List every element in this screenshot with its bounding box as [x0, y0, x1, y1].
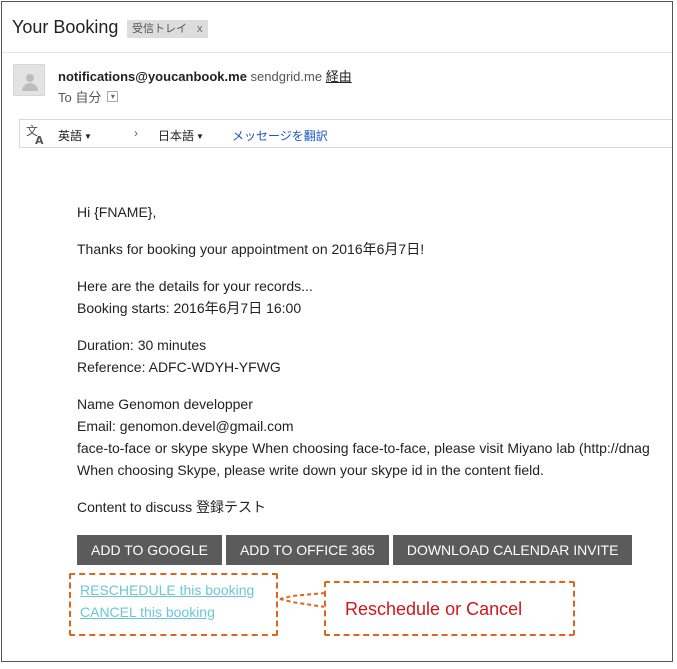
- avatar-head-shape: [26, 74, 34, 82]
- inbox-label-text: 受信トレイ: [132, 23, 187, 35]
- content-field: Content to discuss 登録テスト: [77, 499, 267, 515]
- reference: Reference: ADFC-WDYH-YFWG: [77, 359, 281, 375]
- reschedule-link[interactable]: RESCHEDULE this booking: [80, 582, 254, 598]
- avatar-body-shape: [22, 83, 38, 91]
- svg-text:A: A: [35, 134, 44, 145]
- duration: Duration: 30 minutes: [77, 337, 207, 353]
- calendar-buttons: ADD TO GOOGLE ADD TO OFFICE 365 DOWNLOAD…: [77, 535, 633, 565]
- caret-down-icon: ▼: [84, 132, 92, 141]
- details-dropdown-icon[interactable]: ▾: [107, 91, 119, 102]
- caret-down-icon: ▼: [196, 132, 204, 141]
- translate-icon: 文 A: [26, 123, 44, 145]
- annotation-callout: Reschedule or Cancel: [324, 581, 575, 636]
- email-subject: Your Booking: [12, 17, 119, 37]
- contact-block: Name Genomon developper Email: genomon.d…: [77, 393, 672, 481]
- inbox-label-chip[interactable]: 受信トレイ x: [127, 20, 208, 38]
- sender-row: notifications@youcanbook.me sendgrid.me …: [2, 58, 672, 108]
- avatar[interactable]: [13, 64, 45, 96]
- details-intro: Here are the details for your records...: [77, 278, 313, 294]
- meeting-type-field: face-to-face or skype skype When choosin…: [77, 440, 650, 456]
- name-field: Name Genomon developper: [77, 396, 253, 412]
- sender-line: notifications@youcanbook.me sendgrid.me …: [58, 66, 352, 85]
- callout-text: Reschedule or Cancel: [345, 599, 523, 619]
- source-language-label: 英語: [58, 129, 83, 143]
- translate-message-link[interactable]: メッセージを翻訳: [232, 127, 328, 144]
- add-to-office365-button[interactable]: ADD TO OFFICE 365: [225, 535, 389, 565]
- skype-note: When choosing Skype, please write down y…: [77, 462, 544, 478]
- duration-block: Duration: 30 minutes Reference: ADFC-WDY…: [77, 334, 672, 378]
- remove-label-button[interactable]: x: [197, 20, 203, 38]
- details-block: Here are the details for your records...…: [77, 275, 672, 319]
- booking-start: Booking starts: 2016年6月7日 16:00: [77, 300, 302, 316]
- email-body: Hi {FNAME}, Thanks for booking your appo…: [77, 201, 672, 533]
- sender-via-link[interactable]: 経由: [326, 69, 352, 84]
- email-header: Your Booking 受信トレイ x: [2, 2, 672, 53]
- translate-bar: 文 A 英語 ▼ › 日本語 ▼ メッセージを翻訳: [19, 119, 672, 148]
- target-language-select[interactable]: 日本語 ▼: [158, 127, 204, 144]
- links-highlight-box: RESCHEDULE this booking CANCEL this book…: [69, 573, 278, 636]
- recipient-text: To 自分: [58, 90, 102, 105]
- sender-email[interactable]: notifications@youcanbook.me: [58, 69, 247, 84]
- cancel-link[interactable]: CANCEL this booking: [80, 604, 215, 620]
- chevron-right-icon: ›: [134, 126, 138, 140]
- source-language-select[interactable]: 英語 ▼: [58, 127, 92, 144]
- add-to-google-button[interactable]: ADD TO GOOGLE: [77, 535, 222, 565]
- target-language-label: 日本語: [158, 129, 195, 143]
- sender-via-domain: sendgrid.me: [250, 69, 323, 84]
- callout-pointer: [279, 592, 326, 608]
- email-field: Email: genomon.devel@gmail.com: [77, 418, 294, 434]
- greeting: Hi {FNAME},: [77, 204, 157, 220]
- recipient-line: To 自分 ▾: [58, 87, 119, 106]
- thanks-text: Thanks for booking your appointment on 2…: [77, 241, 425, 257]
- download-calendar-invite-button[interactable]: DOWNLOAD CALENDAR INVITE: [392, 535, 633, 565]
- email-window: Your Booking 受信トレイ x notifications@youca…: [1, 1, 673, 662]
